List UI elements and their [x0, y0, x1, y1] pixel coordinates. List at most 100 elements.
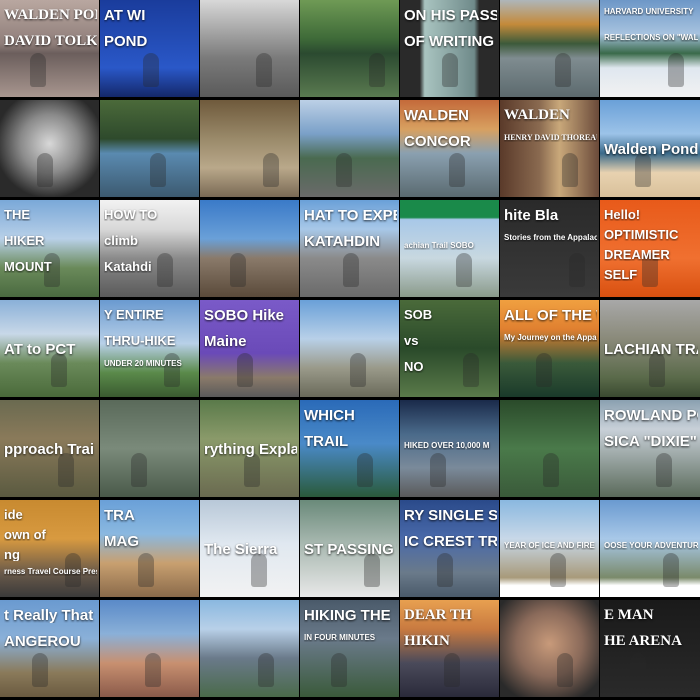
tile-what-to-expect[interactable]: HAT TO EXPE KATAHDIN — [300, 200, 400, 300]
thumbnail-caption: Katahdi — [104, 260, 152, 273]
thumbnail-figure — [550, 553, 566, 587]
tile-white-blaze[interactable]: hite Bla Stories from the Appalachian Tra… — [500, 200, 600, 300]
thumbnail-figure — [244, 453, 260, 487]
thumbnail-figure — [369, 53, 385, 87]
thumbnail-caption: pproach Trai — [4, 442, 95, 457]
tile-year-ice-fire[interactable]: YEAR OF ICE AND FIRE — [500, 500, 600, 600]
thumbnail-figure — [51, 353, 67, 387]
tile-wilderness-course[interactable]: ide own of ng rness Travel Course Prese — [0, 500, 100, 600]
thumbnail-figure — [668, 53, 684, 87]
tile-jessica-dixie[interactable]: ROWLAND PODCA SICA "DIXIE" M — [600, 400, 700, 500]
thumbnail-caption: OPTIMISTIC — [604, 228, 679, 241]
tile-pond-reflection-1[interactable] — [300, 0, 400, 100]
thumbnail-figure — [536, 353, 552, 387]
tile-hiker-rain[interactable] — [100, 400, 200, 500]
tile-walden-pond-tolk[interactable]: WALDEN POND DAVID TOLK — [0, 0, 100, 100]
tile-everything-explained[interactable]: rything Expla — [200, 400, 300, 500]
tile-pine-trail[interactable] — [500, 400, 600, 500]
tile-walden-beach[interactable]: Walden Pond — [600, 100, 700, 200]
thumbnail-caption: rything Expla — [204, 442, 297, 457]
tile-approach-trail[interactable]: pproach Trai — [0, 400, 100, 500]
tile-hiked-10000[interactable]: HIKED OVER 10,000 M — [400, 400, 500, 500]
tile-appalachian-sobo[interactable]: achian Trail SOBO — [400, 200, 500, 300]
tile-choose-adventure[interactable]: OOSE YOUR ADVENTURE — [600, 500, 700, 600]
tile-sobo-vs-nobo[interactable]: SOB vs NO — [400, 300, 500, 400]
tile-at-to-pct[interactable]: AT to PCT — [0, 300, 100, 400]
tile-musicians-stage[interactable]: AT WI POND — [100, 0, 200, 100]
tile-which-trail[interactable]: WHICH TRAIL — [300, 400, 400, 500]
thumbnail-caption: SICA "DIXIE" M — [604, 434, 698, 449]
tile-woman-woods[interactable] — [200, 100, 300, 200]
thumbnail-figure — [343, 253, 359, 287]
tile-walden-concord[interactable]: WALDEN CONCOR — [400, 100, 500, 200]
thumbnail-caption: Walden Pond — [604, 142, 698, 157]
thumbnail-caption: SELF — [604, 268, 638, 281]
thumbnail-figure — [58, 453, 74, 487]
thumbnail-caption: rness Travel Course Prese — [4, 568, 97, 576]
tile-call-of-wild[interactable]: ALL OF THE W My Journey on the Appalachia… — [500, 300, 600, 400]
thumbnail-figure — [256, 53, 272, 87]
thumbnail-caption: ST PASSING TH — [304, 542, 397, 557]
thumbnail-figure — [150, 153, 166, 187]
thumbnail-figure — [449, 153, 465, 187]
thumbnail-caption: vs — [404, 334, 419, 347]
tile-couple-selfie[interactable] — [100, 600, 200, 700]
tile-entire-thru-hike[interactable]: Y ENTIRE THRU-HIKE UNDER 20 MINUTES — [100, 300, 200, 400]
tile-every-single-step[interactable]: RY SINGLE S IC CREST TRAIL — [400, 500, 500, 600]
tile-the-sierra[interactable]: The Sierra — [200, 500, 300, 600]
thumbnail-figure — [263, 153, 279, 187]
thumbnail-caption: YEAR OF ICE AND FIRE — [504, 542, 595, 550]
thumbnail-caption: UNDER 20 MINUTES — [104, 360, 182, 368]
thumbnail-caption: NO — [404, 360, 424, 373]
tile-young-man-face[interactable] — [500, 600, 600, 700]
thumbnail-caption: hite Bla — [504, 208, 559, 223]
tile-alachian-trail[interactable]: LACHIAN TRAIL — [600, 300, 700, 400]
thumbnail-caption: OF WRITING — [404, 34, 494, 49]
thumbnail-figure — [237, 353, 253, 387]
thumbnail-caption: ng — [4, 548, 20, 561]
thumbnail-figure — [635, 153, 651, 187]
tile-passion-writing[interactable]: ON HIS PASSION OF WRITING — [400, 0, 500, 100]
tile-walden-book[interactable]: WALDEN HENRY DAVID THOREAU — [500, 100, 600, 200]
tile-katahdin-summit[interactable] — [200, 200, 300, 300]
tile-sobo-hike[interactable]: SOBO Hike Maine — [200, 300, 300, 400]
thumbnail-figure — [138, 553, 154, 587]
thumbnail-caption: achian Trail SOBO — [404, 242, 474, 250]
thumbnail-caption: THE — [4, 208, 30, 221]
thumbnail-caption: HAT TO EXPE — [304, 208, 397, 223]
tile-optimistic-dreamer[interactable]: Hello! OPTIMISTIC DREAMER SELF — [600, 200, 700, 300]
tile-really-dangerous[interactable]: t Really That ANGEROU — [0, 600, 100, 700]
tile-pond-autumn[interactable] — [500, 0, 600, 100]
tile-pond-woods[interactable] — [100, 100, 200, 200]
thumbnail-caption: HE ARENA — [604, 634, 682, 649]
thumbnail-caption: DAVID TOLK — [4, 34, 97, 49]
tile-thoreau-portrait[interactable] — [0, 100, 100, 200]
thumbnail-figure — [336, 153, 352, 187]
thumbnail-caption: AT WI — [104, 8, 146, 23]
tile-katahdin-sign[interactable] — [300, 300, 400, 400]
thumbnail-figure — [543, 453, 559, 487]
tile-trail-magic[interactable]: TRA MAG — [100, 500, 200, 600]
tile-mountain-range[interactable] — [200, 600, 300, 700]
tile-car-kayak[interactable] — [300, 100, 400, 200]
tile-hiker-mountain[interactable]: THE HIKER MOUNT — [0, 200, 100, 300]
tile-man-in-arena[interactable]: E MAN HE ARENA — [600, 600, 700, 700]
thumbnail-figure — [430, 453, 446, 487]
thumbnail-caption: SOB — [404, 308, 433, 321]
thumbnail-figure — [32, 653, 48, 687]
tile-how-to-climb[interactable]: HOW TO climb Katahdi — [100, 200, 200, 300]
thumbnail-caption: TRAIL — [304, 434, 349, 449]
thumbnail-caption: CONCOR — [404, 134, 471, 149]
thumbnail-figure — [164, 353, 180, 387]
tile-cabin-sketch[interactable] — [200, 0, 300, 100]
thumbnail-figure — [251, 553, 267, 587]
thumbnail-figure — [230, 253, 246, 287]
tile-hiking-four-minutes[interactable]: HIKING THE IN FOUR MINUTES — [300, 600, 400, 700]
thumbnail-caption: MOUNT — [4, 260, 52, 273]
thumbnail-figure — [444, 653, 460, 687]
tile-st-passing[interactable]: ST PASSING TH — [300, 500, 400, 600]
thumbnail-grid: WALDEN POND DAVID TOLK AT WI POND ON HIS PAS… — [0, 0, 700, 700]
thumbnail-caption: HIKER — [4, 234, 45, 247]
tile-harvard-reflections[interactable]: HARVARD UNIVERSITY REFLECTIONS ON "WALDEN… — [600, 0, 700, 100]
tile-dear-hiking[interactable]: DEAR TH HIKIN — [400, 600, 500, 700]
